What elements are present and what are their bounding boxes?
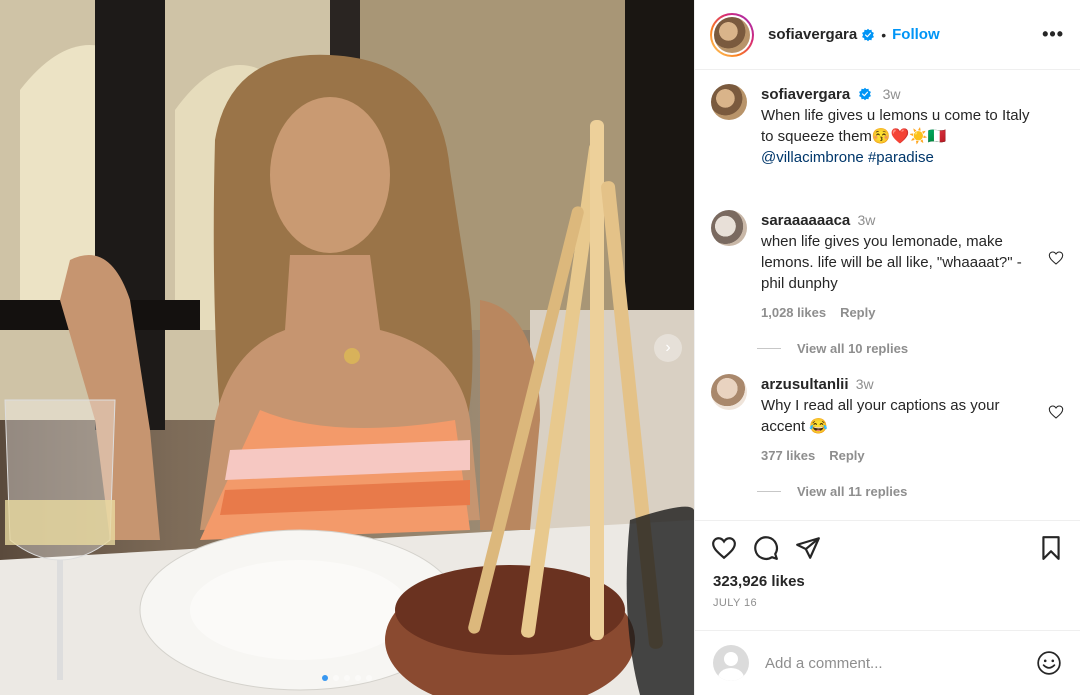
author-username[interactable]: sofiavergara <box>768 26 857 43</box>
avatar[interactable] <box>711 374 747 410</box>
heart-icon[interactable] <box>711 535 737 561</box>
comment-item: arzusultanlii 3w Why I read all your cap… <box>711 374 1064 466</box>
comment-username[interactable]: saraaaaaaca <box>761 212 850 229</box>
separator-dot: • <box>881 26 887 43</box>
like-count[interactable]: 323,926 likes <box>713 573 805 590</box>
caption-time[interactable]: 3w <box>883 86 901 102</box>
reply-button[interactable]: Reply <box>840 302 875 323</box>
comment-username[interactable]: arzusultanlii <box>761 376 849 393</box>
avatar[interactable] <box>711 84 747 120</box>
carousel-dot <box>366 675 372 681</box>
comment-likes[interactable]: 377 likes <box>761 445 815 466</box>
view-replies-button[interactable]: View all 10 replies <box>757 341 1064 356</box>
comment-time[interactable]: 3w <box>856 376 874 392</box>
divider <box>757 348 781 349</box>
carousel-dots <box>0 675 694 681</box>
comment-input[interactable] <box>765 654 1020 672</box>
heart-icon[interactable] <box>1048 250 1064 266</box>
reply-button[interactable]: Reply <box>829 445 864 466</box>
comment-text: when life gives you lemonade, make lemon… <box>761 233 1022 292</box>
comment-bubble-icon[interactable] <box>753 535 779 561</box>
photo-illustration <box>0 0 694 695</box>
post-photo[interactable]: › <box>0 0 694 695</box>
comment-time[interactable]: 3w <box>857 212 875 228</box>
verified-badge-icon <box>862 28 875 41</box>
caption-line-1: When life gives u lemons u come to Italy <box>761 107 1030 124</box>
carousel-dot <box>355 675 361 681</box>
divider <box>757 491 781 492</box>
story-ring[interactable] <box>710 12 754 57</box>
more-options-icon[interactable]: ••• <box>1042 24 1064 45</box>
mention-link[interactable]: @villacimbrone <box>761 149 864 166</box>
add-comment-bar <box>695 630 1080 695</box>
follow-button[interactable]: Follow <box>892 26 940 43</box>
avatar[interactable] <box>711 210 747 246</box>
caption-username[interactable]: sofiavergara <box>761 86 850 103</box>
caption: sofiavergara 3w When life gives u lemons… <box>711 84 1064 168</box>
comments-list[interactable]: sofiavergara 3w When life gives u lemons… <box>695 70 1080 520</box>
comment-text: Why I read all your captions as your acc… <box>761 397 1000 435</box>
bookmark-icon[interactable] <box>1038 535 1064 561</box>
hashtag-link[interactable]: #paradise <box>868 149 934 166</box>
avatar <box>713 645 749 681</box>
carousel-dot <box>333 675 339 681</box>
view-replies-button[interactable]: View all 11 replies <box>757 484 1064 499</box>
comment-likes[interactable]: 1,028 likes <box>761 302 826 323</box>
verified-badge-icon <box>859 87 872 101</box>
carousel-dot <box>344 675 350 681</box>
avatar <box>714 16 750 53</box>
smiley-icon[interactable] <box>1036 650 1062 676</box>
post-header: sofiavergara • Follow ••• <box>695 0 1080 70</box>
carousel-dot <box>322 675 328 681</box>
caption-line-2: to squeeze them😚❤️☀️🇮🇹 <box>761 128 947 145</box>
post-actions <box>695 520 1080 570</box>
chevron-right-icon[interactable]: › <box>654 334 682 362</box>
view-replies-label: View all 10 replies <box>797 341 909 356</box>
heart-icon[interactable] <box>1048 404 1064 420</box>
post-sidebar: sofiavergara • Follow ••• sofiavergara 3… <box>694 0 1080 695</box>
paper-plane-icon[interactable] <box>795 535 821 561</box>
post-date[interactable]: JULY 16 <box>713 597 757 609</box>
comment-item: saraaaaaaca 3w when life gives you lemon… <box>711 210 1064 323</box>
view-replies-label: View all 11 replies <box>797 484 908 499</box>
